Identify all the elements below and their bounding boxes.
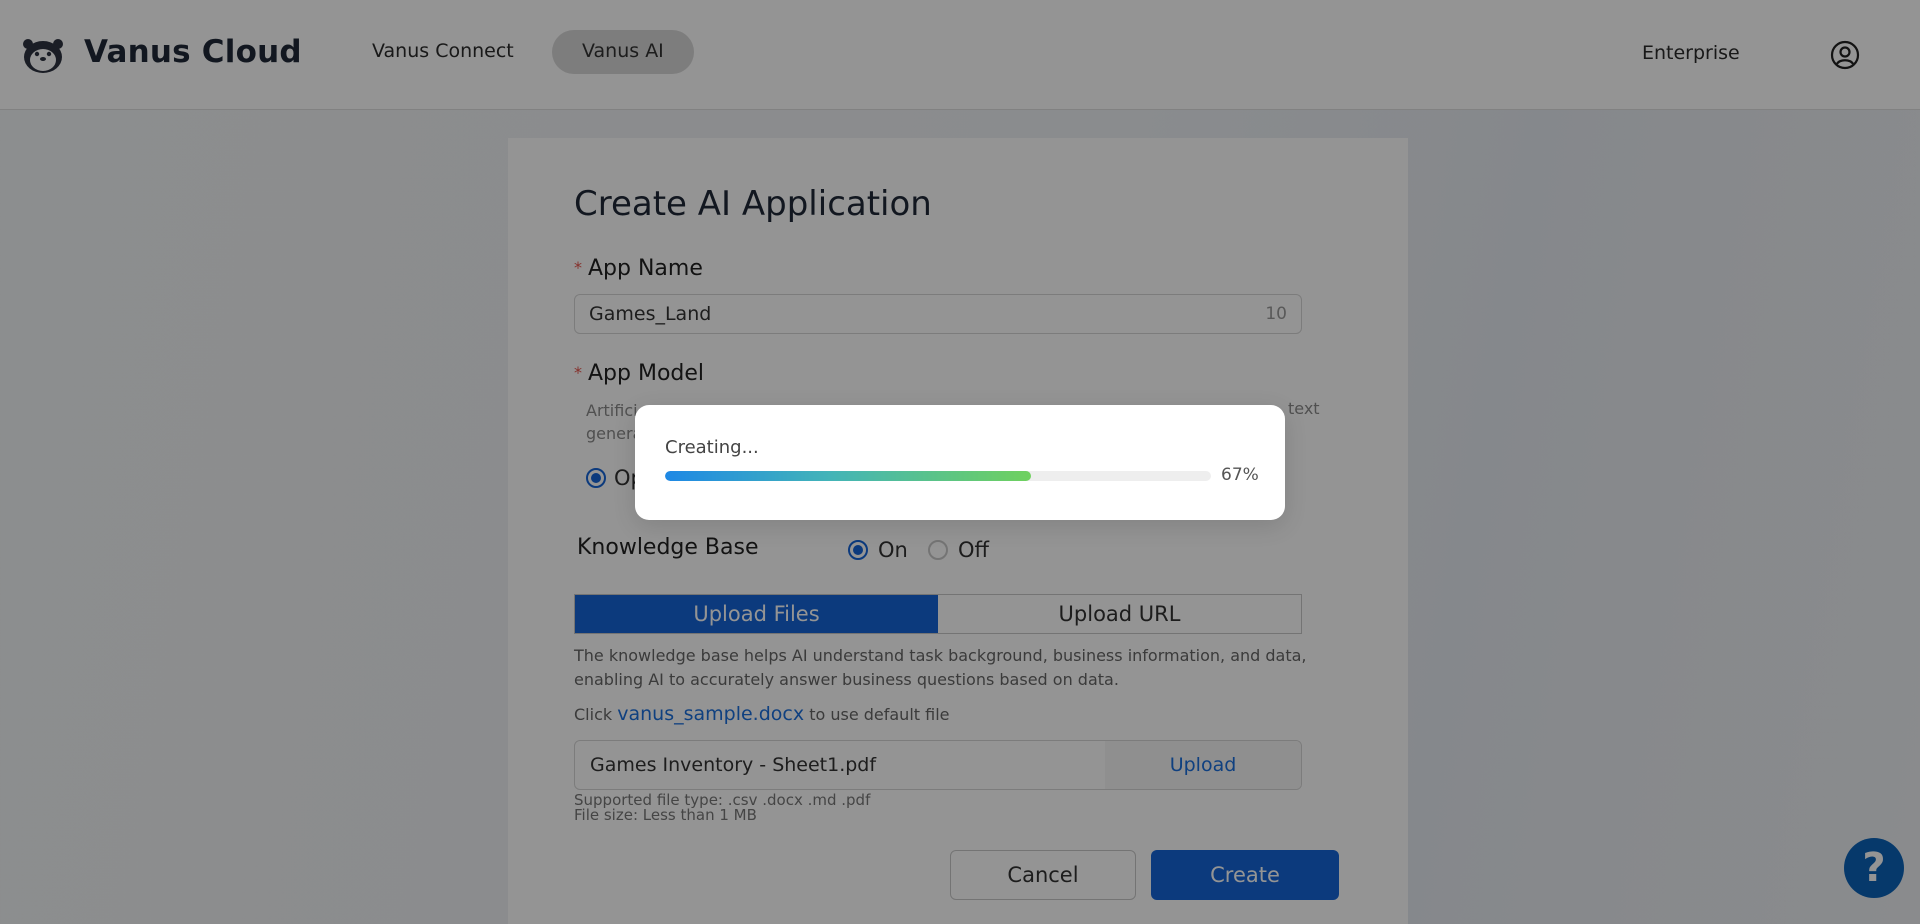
progress-track	[665, 471, 1211, 481]
progress-percent: 67%	[1221, 465, 1259, 485]
progress-fill	[665, 471, 1031, 481]
modal-status-text: Creating...	[665, 437, 759, 458]
creating-progress-modal: Creating... 67%	[635, 405, 1285, 520]
